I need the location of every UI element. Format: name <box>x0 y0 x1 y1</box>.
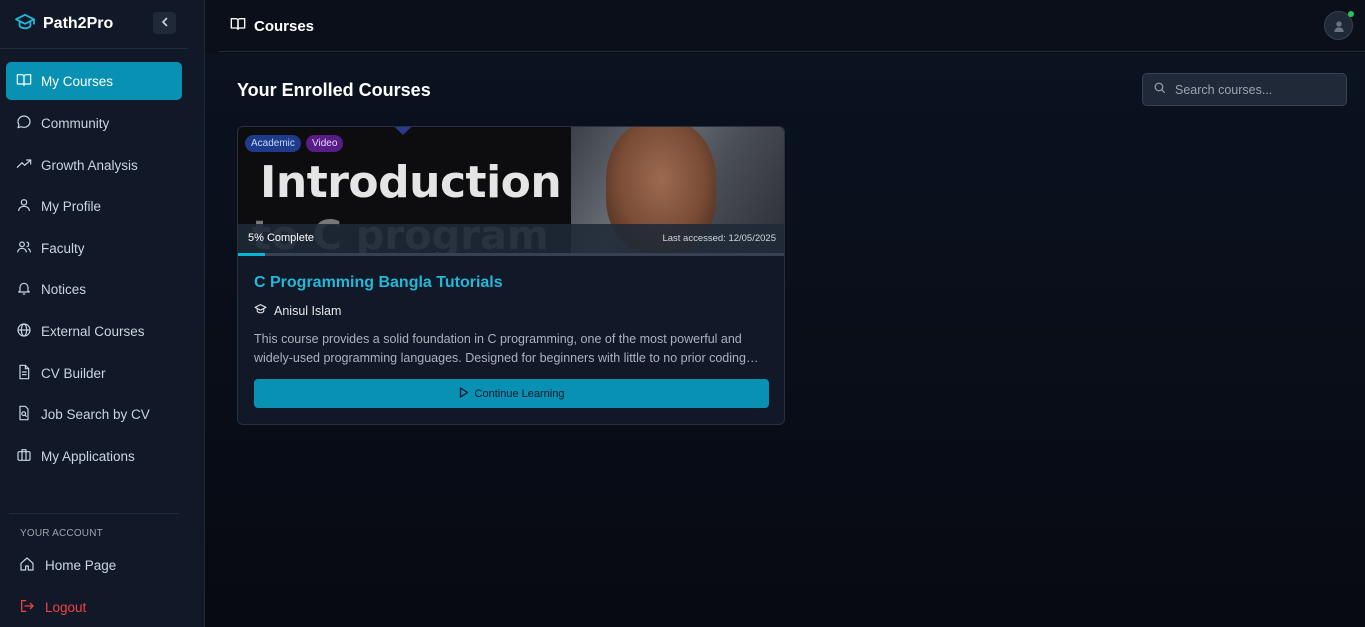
bell-icon <box>16 280 32 299</box>
sidebar-item-my-profile[interactable]: My Profile <box>6 187 182 225</box>
instructor: Anisul Islam <box>254 303 341 318</box>
progress-strip: 5% Complete Last accessed: 12/05/2025 <box>238 224 784 253</box>
trending-up-icon <box>16 156 32 175</box>
continue-learning-button[interactable]: Continue Learning <box>254 379 769 408</box>
chat-bubble-icon <box>16 114 32 133</box>
last-accessed: Last accessed: 12/05/2025 <box>662 233 776 244</box>
graduation-cap-icon <box>14 13 36 36</box>
sidebar-item-community[interactable]: Community <box>6 104 182 142</box>
progress-bar-fill <box>238 253 266 256</box>
logout-icon <box>19 598 35 617</box>
page-title: Courses <box>230 16 314 36</box>
course-card[interactable]: Introduction to C program Academic Video… <box>237 126 785 425</box>
home-icon <box>19 556 35 575</box>
users-icon <box>16 239 32 258</box>
progress-label: 5% Complete <box>248 232 315 244</box>
sidebar-item-label: My Courses <box>41 73 114 89</box>
sidebar-item-label: CV Builder <box>41 365 106 381</box>
chevron-left-icon <box>160 14 170 32</box>
home-page-link[interactable]: Home Page <box>19 554 116 576</box>
tag-academic: Academic <box>245 135 301 152</box>
sidebar-item-label: Notices <box>41 281 87 297</box>
book-open-icon <box>230 16 246 36</box>
tag-video: Video <box>306 135 344 152</box>
top-bar: Courses <box>218 0 1365 52</box>
sidebar-item-my-courses[interactable]: My Courses <box>6 62 182 100</box>
user-icon <box>16 197 32 216</box>
logout-button[interactable]: Logout <box>19 596 86 618</box>
c-logo-icon <box>394 127 412 135</box>
sidebar: Path2Pro My Courses Community Growth Ana… <box>0 0 205 627</box>
page-title-text: Courses <box>254 17 315 35</box>
course-thumbnail[interactable]: Introduction to C program Academic Video… <box>238 127 784 253</box>
book-open-icon <box>16 72 32 91</box>
course-title[interactable]: C Programming Bangla Tutorials <box>254 274 503 292</box>
sidebar-item-label: Job Search by CV <box>41 406 150 422</box>
sidebar-item-label: Community <box>41 115 110 131</box>
sidebar-item-external-courses[interactable]: External Courses <box>6 312 182 350</box>
sidebar-item-label: My Profile <box>41 198 102 214</box>
search-icon <box>1153 81 1166 99</box>
sidebar-item-growth-analysis[interactable]: Growth Analysis <box>6 146 182 184</box>
sidebar-item-label: Faculty <box>41 240 85 256</box>
search-input[interactable] <box>1175 82 1335 97</box>
account-divider <box>9 513 179 514</box>
online-status-dot <box>1348 11 1354 17</box>
briefcase-icon <box>16 447 32 466</box>
sidebar-item-label: Growth Analysis <box>41 157 138 173</box>
sidebar-item-label: My Applications <box>41 448 135 464</box>
collapse-sidebar-button[interactable] <box>153 12 176 34</box>
sidebar-item-my-applications[interactable]: My Applications <box>6 437 182 475</box>
search-box[interactable] <box>1142 73 1347 106</box>
logout-label: Logout <box>45 599 87 615</box>
course-description: This course provides a solid foundation … <box>254 332 746 365</box>
sidebar-divider <box>0 48 188 49</box>
globe-icon <box>16 322 32 341</box>
thumbnail-title: Introduction <box>260 157 562 208</box>
progress-bar <box>238 253 784 256</box>
continue-learning-label: Continue Learning <box>474 387 565 400</box>
section-title: Your Enrolled Courses <box>237 80 431 100</box>
graduation-cap-icon <box>254 303 267 318</box>
sidebar-item-job-search[interactable]: Job Search by CV <box>6 395 182 433</box>
sidebar-item-notices[interactable]: Notices <box>6 270 182 308</box>
sidebar-item-cv-builder[interactable]: CV Builder <box>6 354 182 392</box>
file-search-icon <box>16 405 32 424</box>
instructor-name: Anisul Islam <box>274 303 342 318</box>
play-icon <box>459 386 469 401</box>
account-section-label: YOUR ACCOUNT <box>20 528 103 539</box>
brand-name: Path2Pro <box>43 15 114 32</box>
sidebar-item-label: External Courses <box>41 323 145 339</box>
sidebar-item-faculty[interactable]: Faculty <box>6 229 182 267</box>
brand[interactable]: Path2Pro <box>14 12 113 36</box>
home-page-label: Home Page <box>45 557 117 573</box>
document-icon <box>16 364 32 383</box>
